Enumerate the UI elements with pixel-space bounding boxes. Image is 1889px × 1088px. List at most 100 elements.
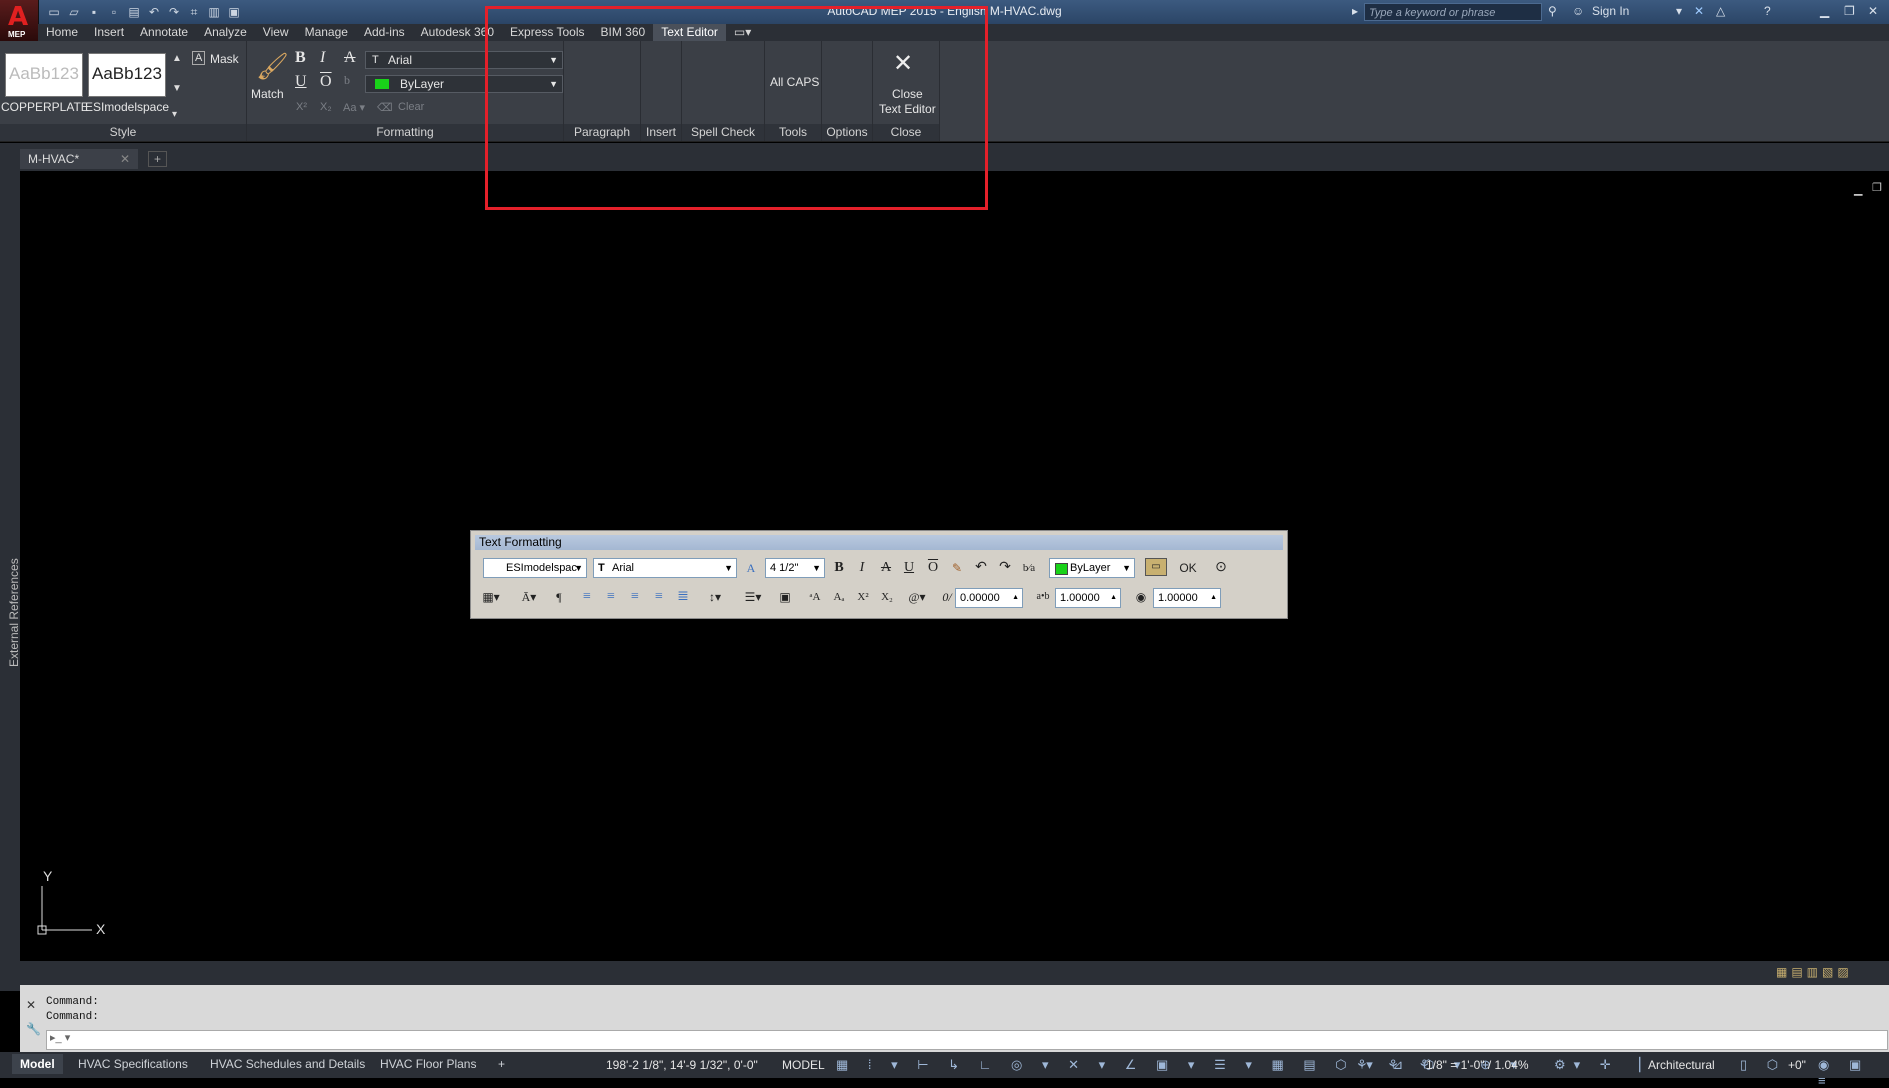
help-icon[interactable]: ?	[1764, 4, 1771, 18]
tf-tracking-input[interactable]: 1.00000 ▲	[1055, 588, 1121, 608]
tf-undo-icon[interactable]: ↶	[971, 558, 991, 578]
model-space-toggle[interactable]: MODEL	[782, 1058, 825, 1072]
tab-add-ins[interactable]: Add-ins	[356, 24, 413, 41]
tf-oblique-input[interactable]: 0.00000 ▲	[955, 588, 1023, 608]
spinner-icon[interactable]: ▲	[1110, 589, 1117, 607]
style-sample-copperplate[interactable]: AaBb123	[5, 53, 83, 97]
expand-icon[interactable]: ▾	[172, 109, 177, 120]
strikethrough-icon[interactable]: A	[344, 49, 356, 67]
sign-in-link[interactable]: Sign In	[1592, 4, 1629, 18]
new-tab-button[interactable]: +	[148, 151, 168, 167]
tf-numbering-icon[interactable]: ☰▾	[743, 587, 763, 607]
scroll-up-icon[interactable]: ▲	[172, 53, 182, 64]
tf-superscript-icon[interactable]: X²	[853, 587, 873, 607]
chevron-down-icon[interactable]: ▾	[1676, 4, 1682, 18]
spinner-icon[interactable]: ▲	[1012, 589, 1019, 607]
tf-font-dropdown[interactable]: T Arial ▼	[593, 558, 737, 578]
search-arrow-icon[interactable]: ▸	[1352, 4, 1358, 18]
tf-symbol-icon[interactable]: @▾	[907, 587, 927, 607]
binoculars-icon[interactable]: ⚲	[1548, 4, 1557, 18]
tf-columns-icon[interactable]: ▦▾	[481, 587, 501, 607]
command-prompt-icon[interactable]: ▸_ ▾	[50, 1031, 70, 1044]
bold-icon[interactable]: B	[295, 49, 306, 67]
tf-ruler-icon[interactable]: ▭	[1145, 558, 1167, 576]
autodesk360-icon[interactable]: △	[1716, 4, 1725, 18]
elevation-readout[interactable]: +0"	[1788, 1058, 1806, 1072]
layout-tab-model[interactable]: Model	[12, 1054, 63, 1074]
clear-button[interactable]: Clear	[398, 101, 424, 113]
overline-icon[interactable]: O	[320, 73, 332, 91]
close-window-icon[interactable]: ✕	[1868, 4, 1878, 18]
layout-tab-hvac-schedules[interactable]: HVAC Schedules and Details	[202, 1054, 373, 1074]
tf-align-center-icon[interactable]: ≡	[601, 587, 621, 607]
restore-icon[interactable]: ❐	[1844, 4, 1855, 18]
tf-line-spacing-icon[interactable]: ↕▾	[705, 587, 725, 607]
tab-home[interactable]: Home	[38, 24, 86, 41]
text-formatting-title[interactable]: Text Formatting	[475, 535, 1283, 550]
isolate-objects-icon[interactable]: ◉ ▣ ≡	[1818, 1057, 1889, 1088]
annotation-scale[interactable]: 1/8" = 1'-0" / 1.04%	[1426, 1058, 1529, 1072]
superscript-icon[interactable]: X²	[296, 101, 307, 113]
external-references-palette[interactable]: External References	[7, 547, 21, 667]
italic-icon[interactable]: I	[320, 49, 325, 67]
layout-tab-hvac-floor-plans[interactable]: HVAC Floor Plans	[372, 1054, 484, 1074]
search-input[interactable]: Type a keyword or phrase	[1364, 3, 1542, 21]
workspace-settings-icon[interactable]: ⚙▾ ✛ ▕	[1554, 1057, 1648, 1073]
customize-command-icon[interactable]: 🔧	[26, 1022, 41, 1036]
change-case-icon[interactable]: Aa ▾	[343, 101, 365, 114]
tf-justify-icon[interactable]: ≡	[649, 587, 669, 607]
add-layout-button[interactable]: +	[490, 1054, 513, 1074]
annotative-icon[interactable]: A	[741, 558, 761, 578]
status-tools-icon[interactable]: ▯ ⬡	[1740, 1057, 1786, 1073]
tf-stack-icon[interactable]: b⁄a	[1019, 558, 1039, 578]
tf-lowercase-icon[interactable]: Aₐ	[829, 587, 849, 607]
close-command-icon[interactable]: ✕	[26, 998, 36, 1012]
tf-paragraph-icon[interactable]: ¶	[549, 587, 569, 607]
tf-underline-icon[interactable]: U	[899, 558, 919, 578]
exchange-icon[interactable]: ✕	[1694, 4, 1704, 18]
tf-justification-icon[interactable]: Ā▾	[519, 587, 539, 607]
user-icon[interactable]: ☺	[1572, 4, 1584, 18]
viewport-minimize-icon[interactable]: ▁	[1854, 183, 1862, 196]
tf-redo-icon[interactable]: ↷	[995, 558, 1015, 578]
minimize-icon[interactable]: ▁	[1820, 4, 1829, 18]
style-sample-esimodelspace[interactable]: AaBb123	[88, 53, 166, 97]
tf-bold-icon[interactable]: B	[829, 558, 849, 578]
match-brush-icon[interactable]: 🖌	[256, 51, 289, 82]
tf-italic-icon[interactable]: I	[852, 558, 872, 578]
mask-button[interactable]: Mask	[210, 52, 239, 66]
command-input[interactable]	[46, 1030, 1888, 1050]
layout-tab-hvac-specifications[interactable]: HVAC Specifications	[70, 1054, 196, 1074]
tf-insert-field-icon[interactable]: ▣	[775, 587, 795, 607]
tf-strikethrough-icon[interactable]: A	[876, 558, 896, 578]
tab-annotate[interactable]: Annotate	[132, 24, 196, 41]
tf-match-icon[interactable]: ✎	[947, 558, 967, 578]
tf-color-dropdown[interactable]: ByLayer ▼	[1049, 558, 1135, 578]
tf-align-right-icon[interactable]: ≡	[625, 587, 645, 607]
match-button[interactable]: Match	[251, 87, 284, 101]
tf-height-dropdown[interactable]: 4 1/2" ▼	[765, 558, 825, 578]
tf-ok-button[interactable]: OK	[1175, 558, 1201, 578]
spinner-icon[interactable]: ▲	[1210, 589, 1217, 607]
tf-subscript-icon[interactable]: X₂	[877, 587, 897, 607]
file-tab-m-hvac[interactable]: M-HVAC* ✕	[20, 149, 138, 169]
tab-insert[interactable]: Insert	[86, 24, 132, 41]
tab-manage[interactable]: Manage	[297, 24, 356, 41]
text-formatting-toolbar[interactable]: Text Formatting ESImodelspac ▼ T Arial ▼…	[470, 530, 1288, 619]
tf-options-icon[interactable]: ⊙	[1211, 558, 1231, 578]
tf-width-input[interactable]: 1.00000 ▲	[1153, 588, 1221, 608]
tf-uppercase-icon[interactable]: ᵃA	[805, 587, 825, 607]
subscript-icon[interactable]: X₂	[320, 101, 332, 113]
scroll-down-icon[interactable]: ▼	[172, 83, 182, 94]
tab-view[interactable]: View	[255, 24, 297, 41]
tf-distribute-icon[interactable]: ≣	[673, 587, 693, 607]
coordinates-readout[interactable]: 198'-2 1/8", 14'-9 1/32", 0'-0"	[606, 1058, 758, 1072]
close-tab-icon[interactable]: ✕	[120, 149, 130, 169]
units-readout[interactable]: Architectural	[1648, 1058, 1715, 1072]
tf-overline-icon[interactable]: O	[923, 558, 943, 578]
oblique-icon[interactable]: b	[344, 73, 350, 88]
tab-analyze[interactable]: Analyze	[196, 24, 255, 41]
underline-icon[interactable]: U	[295, 73, 307, 91]
viewport-tools-icon[interactable]: ▦▤▥▧▨	[1776, 965, 1853, 979]
tf-style-dropdown[interactable]: ESImodelspac ▼	[483, 558, 587, 578]
